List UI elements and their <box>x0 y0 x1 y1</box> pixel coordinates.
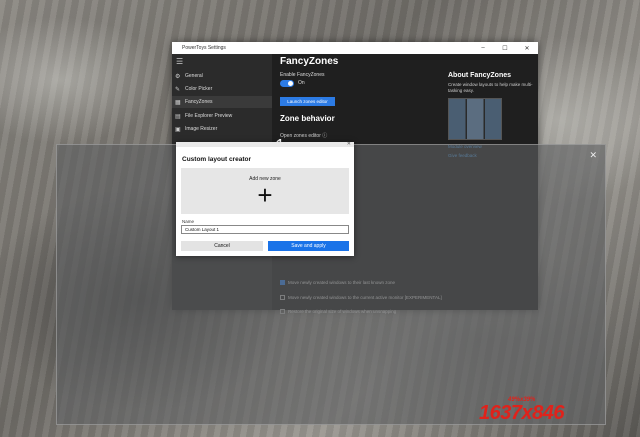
name-label: Name <box>182 219 195 224</box>
layout-name-input[interactable] <box>181 225 349 234</box>
dialog-title-strip: ✕ <box>176 141 354 147</box>
window-title: PowerToys Settings <box>182 45 226 51</box>
nav-item-file-explorer-preview[interactable]: ▤ File Explorer Preview <box>172 110 272 122</box>
resolution-label: 1637x846 <box>479 402 564 424</box>
dialog-title: Custom layout creator <box>182 156 251 163</box>
enable-toggle[interactable] <box>280 80 294 87</box>
open-editor-label: Open zones editor ⓘ <box>280 133 328 139</box>
dialog-close-icon[interactable]: ✕ <box>347 141 351 147</box>
nav-item-label: Color Picker <box>185 86 213 92</box>
nav-item-label: File Explorer Preview <box>185 113 233 119</box>
zones-icon: ▦ <box>175 99 181 106</box>
page-title: FancyZones <box>280 56 339 67</box>
image-icon: ▣ <box>175 126 181 133</box>
minimize-button[interactable]: – <box>472 45 494 52</box>
save-and-apply-button[interactable]: Save and apply <box>268 241 349 251</box>
close-window-button[interactable]: ✕ <box>516 45 538 52</box>
enable-label: Enable FancyZones <box>280 72 325 78</box>
gear-icon: ⚙ <box>175 73 181 80</box>
zone-behavior-title: Zone behavior <box>280 114 335 123</box>
custom-layout-dialog: ✕ Custom layout creator Add new zone + N… <box>176 141 354 256</box>
eyedropper-icon: ✎ <box>175 86 181 93</box>
maximize-button[interactable]: ☐ <box>494 45 516 52</box>
nav-item-image-resizer[interactable]: ▣ Image Resizer <box>172 123 272 135</box>
about-preview-image <box>448 98 502 140</box>
nav-item-label: FancyZones <box>185 99 213 105</box>
nav-item-color-picker[interactable]: ✎ Color Picker <box>172 83 272 95</box>
nav-item-label: Image Resizer <box>185 126 218 132</box>
about-description: Create window layouts to help make multi… <box>448 82 533 93</box>
launch-zones-editor-button[interactable]: Launch zones editor <box>280 97 335 106</box>
cancel-button[interactable]: Cancel <box>181 241 263 251</box>
plus-icon: + <box>257 180 273 210</box>
nav-item-general[interactable]: ⚙ General <box>172 70 272 82</box>
hamburger-icon[interactable]: ☰ <box>176 57 183 66</box>
nav-item-fancyzones[interactable]: ▦ FancyZones <box>172 96 272 108</box>
add-zone-button[interactable]: Add new zone + <box>181 168 349 214</box>
title-bar: PowerToys Settings – ☐ ✕ <box>172 42 538 54</box>
toggle-state: On <box>298 80 305 86</box>
nav-item-label: General <box>185 73 203 79</box>
close-icon[interactable]: ✕ <box>589 150 597 161</box>
about-title: About FancyZones <box>448 72 512 79</box>
file-icon: ▤ <box>175 113 181 120</box>
